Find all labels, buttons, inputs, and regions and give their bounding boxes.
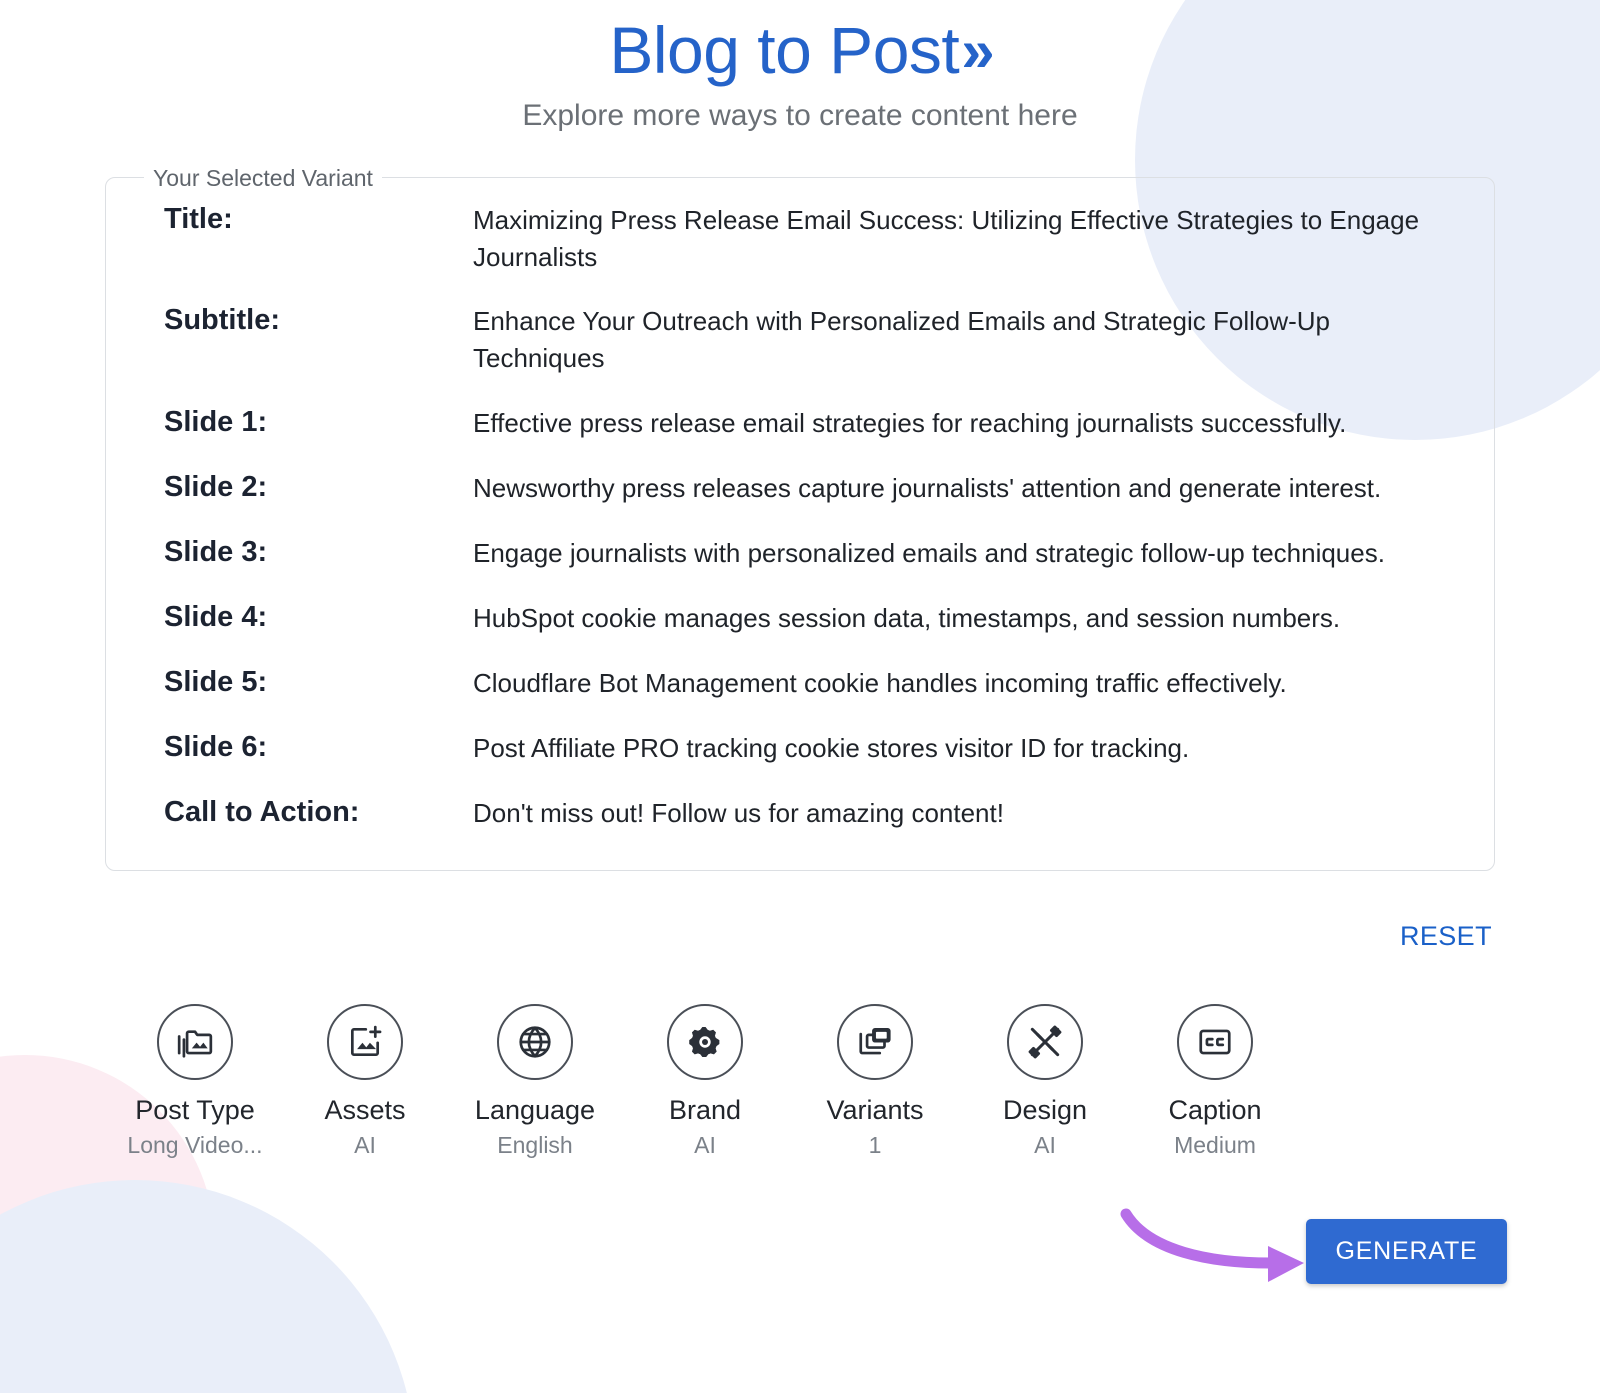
variant-row: Call to Action: Don't miss out! Follow u… <box>136 793 1464 832</box>
option-brand-value: AI <box>694 1131 716 1158</box>
variant-row: Slide 2: Newsworthy press releases captu… <box>136 468 1464 507</box>
option-design-value: AI <box>1034 1131 1056 1158</box>
variant-value: Newsworthy press releases capture journa… <box>473 473 1382 504</box>
variant-label: Slide 1: <box>164 406 268 439</box>
option-caption-circle[interactable] <box>1177 1003 1253 1080</box>
variant-label: Slide 2: <box>164 471 268 504</box>
page-header: Blog to Post» Explore more ways to creat… <box>0 0 1600 133</box>
reset-row: RESET <box>0 921 1600 952</box>
variant-label: Call to Action: <box>164 795 360 828</box>
variant-value: Maximizing Press Release Email Success: … <box>473 204 1420 272</box>
option-variants-value: 1 <box>868 1131 882 1158</box>
option-assets-circle[interactable] <box>327 1003 403 1080</box>
option-caption-label: Caption <box>1168 1094 1262 1125</box>
option-brand[interactable]: Brand AI <box>620 1003 790 1160</box>
option-language-value: English <box>497 1131 573 1158</box>
option-assets-label: Assets <box>324 1094 406 1125</box>
option-post-type-label: Post Type <box>135 1094 255 1125</box>
variant-value: HubSpot cookie manages session data, tim… <box>473 602 1341 633</box>
variant-row: Slide 1: Effective press release email s… <box>136 403 1464 442</box>
design-tools-icon <box>1026 1023 1064 1061</box>
variant-value: Post Affiliate PRO tracking cookie store… <box>473 732 1190 763</box>
variant-row: Title: Maximizing Press Release Email Su… <box>136 200 1464 276</box>
double-chevron-right-icon: » <box>961 17 994 84</box>
photo-library-icon <box>176 1023 214 1061</box>
option-variants[interactable]: Variants 1 <box>790 1003 960 1160</box>
variant-row: Slide 3: Engage journalists with persona… <box>136 533 1464 572</box>
selected-variant-panel: Your Selected Variant Title: Maximizing … <box>105 163 1495 871</box>
option-assets[interactable]: Assets AI <box>280 1003 450 1160</box>
option-post-type-value: Long Video... <box>127 1131 263 1158</box>
variant-row: Slide 5: Cloudflare Bot Management cooki… <box>136 663 1464 702</box>
purple-arrow-annotation <box>1120 1208 1304 1282</box>
variant-label: Slide 4: <box>164 600 268 633</box>
option-design-label: Design <box>1002 1094 1088 1125</box>
variant-value: Enhance Your Outreach with Personalized … <box>473 306 1331 374</box>
option-variants-label: Variants <box>826 1094 924 1125</box>
option-variants-circle[interactable] <box>837 1003 913 1080</box>
option-caption[interactable]: Caption Medium <box>1130 1003 1300 1160</box>
variant-value: Cloudflare Bot Management cookie handles… <box>473 667 1287 698</box>
variant-value: Engage journalists with personalized ema… <box>473 538 1385 569</box>
option-language[interactable]: Language English <box>450 1003 620 1160</box>
globe-icon <box>516 1023 554 1061</box>
page-title-text: Blog to Post <box>609 13 960 87</box>
variant-label: Subtitle: <box>164 304 280 337</box>
variant-row: Slide 4: HubSpot cookie manages session … <box>136 598 1464 637</box>
variant-value: Effective press release email strategies… <box>473 408 1347 439</box>
option-brand-label: Brand <box>668 1094 742 1125</box>
gear-icon <box>686 1023 724 1061</box>
variant-value: Don't miss out! Follow us for amazing co… <box>473 797 1004 828</box>
variant-label: Slide 3: <box>164 536 268 569</box>
variant-label: Title: <box>164 202 233 235</box>
app-page: Blog to Post» Explore more ways to creat… <box>0 0 1600 1393</box>
page-title: Blog to Post» <box>0 14 1600 87</box>
reset-button[interactable]: RESET <box>1400 921 1492 952</box>
generate-button[interactable]: GENERATE <box>1306 1218 1507 1284</box>
variant-row: Subtitle: Enhance Your Outreach with Per… <box>136 301 1464 377</box>
option-language-label: Language <box>474 1094 596 1125</box>
option-language-circle[interactable] <box>497 1003 573 1080</box>
layers-icon <box>856 1023 894 1061</box>
generate-row: GENERATE <box>0 1196 1600 1316</box>
option-post-type-circle[interactable] <box>157 1003 233 1080</box>
page-subtitle: Explore more ways to create content here <box>522 98 1078 132</box>
options-toolbar: Post Type Long Video... Assets AI Langua… <box>110 1003 1300 1160</box>
variant-label: Slide 6: <box>164 730 268 763</box>
closed-caption-icon <box>1196 1023 1234 1061</box>
option-caption-value: Medium <box>1174 1131 1256 1158</box>
add-photo-icon <box>346 1023 384 1061</box>
selected-variant-legend: Your Selected Variant <box>144 163 382 192</box>
variant-label: Slide 5: <box>164 665 268 698</box>
variant-row: Slide 6: Post Affiliate PRO tracking coo… <box>136 728 1464 767</box>
option-design-circle[interactable] <box>1007 1003 1083 1080</box>
option-post-type[interactable]: Post Type Long Video... <box>110 1003 280 1160</box>
option-assets-value: AI <box>354 1131 376 1158</box>
option-brand-circle[interactable] <box>667 1003 743 1080</box>
option-design[interactable]: Design AI <box>960 1003 1130 1160</box>
